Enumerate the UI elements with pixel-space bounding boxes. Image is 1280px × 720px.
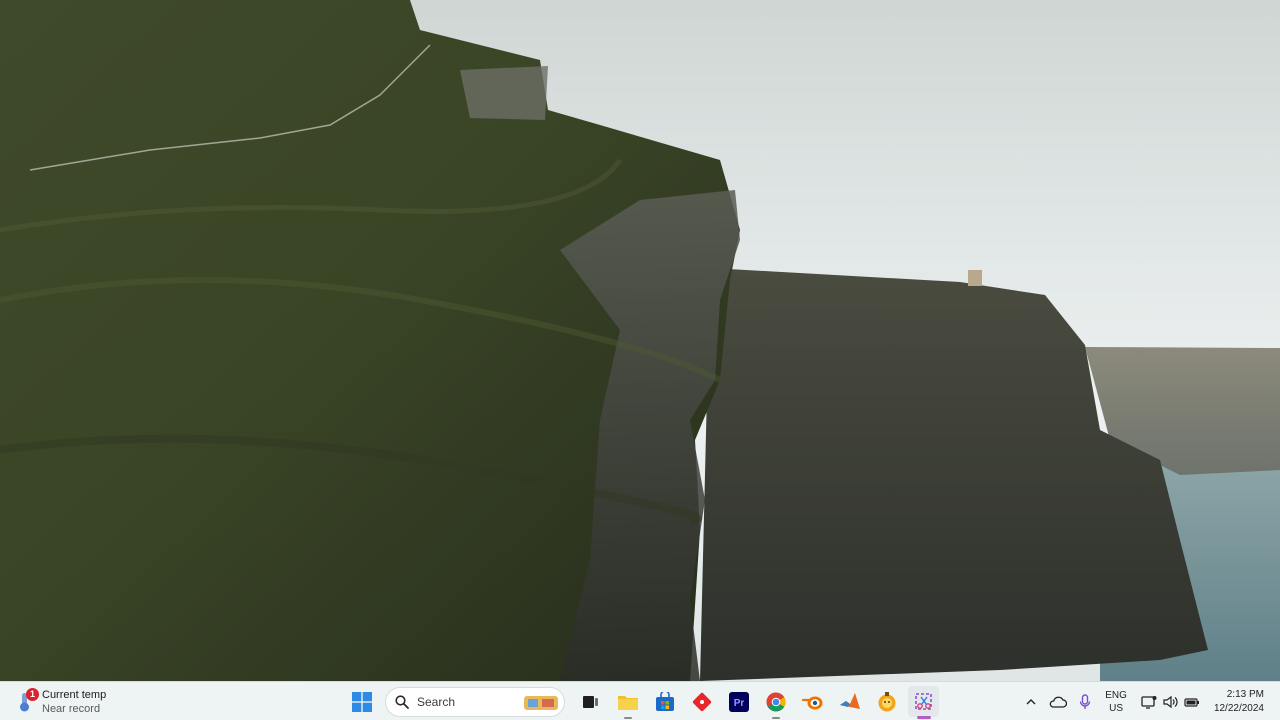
taskbar-app-matlab[interactable] <box>834 686 865 717</box>
desktop[interactable] <box>0 0 1280 681</box>
matlab-icon <box>839 692 860 709</box>
thermometer-icon: 1 <box>16 687 39 713</box>
taskbar-app-premiere-pro[interactable]: Pr <box>723 686 754 717</box>
wallpaper-cliffs <box>0 0 1280 681</box>
folder-icon <box>617 695 638 710</box>
tower <box>968 270 982 286</box>
clock-date: 12/22/2024 <box>1213 702 1264 714</box>
windows-logo-icon <box>351 691 372 712</box>
taskbar-apps: Search Pr <box>346 686 945 719</box>
onedrive-button[interactable] <box>1043 687 1073 717</box>
search-label: Search <box>417 694 456 709</box>
taskbar-search[interactable]: Search <box>385 686 565 717</box>
task-view-button[interactable] <box>575 686 606 717</box>
git-diamond-icon <box>692 692 711 711</box>
network-icon <box>1141 695 1157 709</box>
start-button[interactable] <box>346 686 377 717</box>
premiere-pro-icon: Pr <box>728 691 749 712</box>
clock-time: 2:13 PM <box>1226 688 1264 700</box>
weather-alert-badge: 1 <box>26 687 39 701</box>
snipping-tool-icon <box>914 692 932 710</box>
language-code: ENG <box>1105 689 1127 701</box>
taskbar-app-stickies[interactable] <box>871 686 902 717</box>
taskbar-app-git[interactable] <box>686 686 717 717</box>
taskbar-app-snipping-tool[interactable] <box>908 686 939 719</box>
taskbar-app-blender[interactable] <box>797 686 828 717</box>
chevron-up-icon <box>1026 698 1036 704</box>
store-icon <box>655 691 674 711</box>
weather-widget[interactable]: 1 Current temp Near record <box>16 686 106 717</box>
taskbar-app-microsoft-store[interactable] <box>649 686 680 717</box>
blender-icon <box>801 696 822 709</box>
taskbar-app-file-explorer[interactable] <box>612 686 643 719</box>
middle-cliff <box>700 268 1208 681</box>
clock[interactable]: 2:13 PM 12/22/2024 <box>1206 688 1280 716</box>
weather-title: Current temp <box>42 688 107 701</box>
microphone-button[interactable] <box>1073 687 1097 717</box>
volume-icon <box>1163 695 1178 708</box>
taskbar: 1 Current temp Near record Search Pr ENG… <box>0 681 1280 720</box>
language-indicator[interactable]: ENG US <box>1097 689 1135 715</box>
stickies-icon <box>878 691 895 711</box>
show-hidden-icons-button[interactable] <box>1019 687 1043 717</box>
quick-settings-button[interactable] <box>1135 687 1206 717</box>
rock-ledge <box>460 66 548 120</box>
battery-icon <box>1184 697 1199 707</box>
chrome-icon <box>766 692 785 711</box>
system-tray: ENG US 2:13 PM 12/22/2024 <box>1019 682 1280 720</box>
task-view-icon <box>582 695 598 708</box>
keyboard-layout: US <box>1109 702 1124 714</box>
search-icon <box>395 694 409 709</box>
weather-subtitle: Near record <box>42 702 101 715</box>
taskbar-app-chrome[interactable] <box>760 686 791 719</box>
microphone-icon <box>1080 693 1091 709</box>
premiere-glyph: Pr <box>733 698 744 709</box>
search-highlight-icon <box>524 695 558 710</box>
cloud-icon <box>1049 696 1068 708</box>
